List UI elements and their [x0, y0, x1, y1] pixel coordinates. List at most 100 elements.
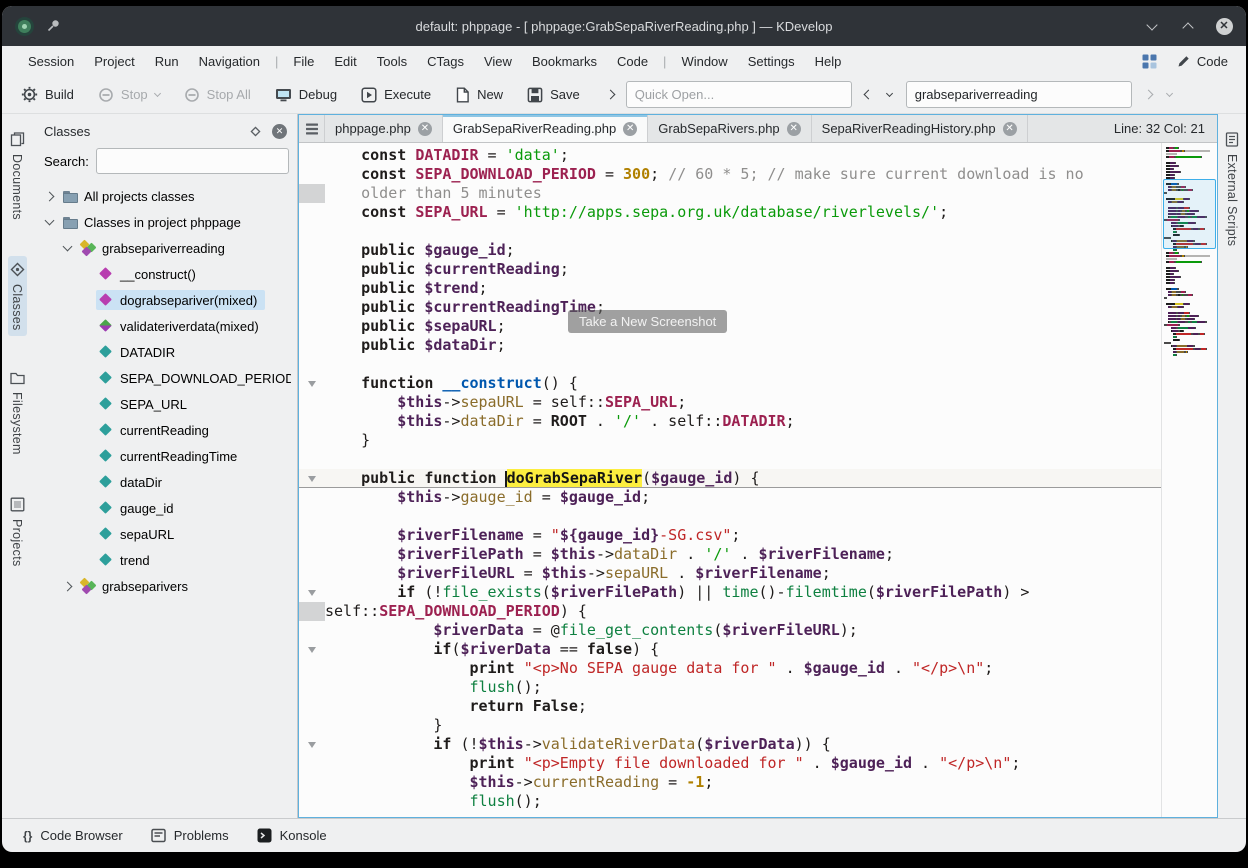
code-line[interactable]: flush(); [299, 792, 1161, 811]
code-line[interactable]: public $dataDir; [299, 336, 1161, 355]
fold-marker-icon[interactable] [299, 374, 325, 393]
code-line[interactable]: self::SEPA_DOWNLOAD_PERIOD) { [299, 602, 1161, 621]
code-line[interactable] [299, 450, 1161, 469]
code-line[interactable]: } [299, 431, 1161, 450]
area-switcher-code[interactable]: Code [1171, 51, 1234, 72]
sidebar-item-documents[interactable]: Documents [8, 126, 27, 226]
editor-tab[interactable]: GrabSepaRiverReading.php✕ [443, 115, 648, 142]
tree-item[interactable]: currentReadingTime [38, 443, 291, 469]
menu-tools[interactable]: Tools [367, 50, 417, 73]
menu-view[interactable]: View [474, 50, 522, 73]
editor-tab[interactable]: phppage.php✕ [325, 115, 443, 142]
menu-navigation[interactable]: Navigation [189, 50, 270, 73]
menu-project[interactable]: Project [84, 50, 144, 73]
expander-icon[interactable] [45, 216, 55, 226]
code-line[interactable]: public $gauge_id; [299, 241, 1161, 260]
code-line[interactable]: $this->dataDir = ROOT . '/' . self::DATA… [299, 412, 1161, 431]
toolbar-search-input[interactable] [906, 81, 1132, 108]
next-item-dropdown[interactable] [1159, 82, 1180, 107]
code-line[interactable]: const SEPA_URL = 'http://apps.sepa.org.u… [299, 203, 1161, 222]
prev-item-button[interactable] [858, 82, 879, 107]
tree-item[interactable]: grabsepariverreading [38, 235, 291, 261]
prev-item-dropdown[interactable] [879, 82, 900, 107]
menu-file[interactable]: File [283, 50, 324, 73]
menu-code[interactable]: Code [607, 50, 658, 73]
problems-button[interactable]: Problems [142, 823, 238, 848]
code-line[interactable]: if (!$this->validateRiverData($riverData… [299, 735, 1161, 754]
menu-run[interactable]: Run [145, 50, 189, 73]
quick-open-input[interactable] [626, 81, 852, 108]
menu-session[interactable]: Session [18, 50, 84, 73]
code-line[interactable]: if (!file_exists($riverFilePath) || time… [299, 583, 1161, 602]
minimap-viewport[interactable] [1163, 179, 1216, 249]
tree-item[interactable]: SEPA_URL [38, 391, 291, 417]
code-line[interactable]: $this->currentReading = -1; [299, 773, 1161, 792]
classes-search-input[interactable] [96, 148, 289, 174]
code-area[interactable]: const DATADIR = 'data'; const SEPA_DOWNL… [299, 143, 1161, 817]
titlebar[interactable]: default: phppage - [ phppage:GrabSepaRiv… [2, 6, 1246, 46]
tree-item[interactable]: All projects classes [38, 183, 291, 209]
close-panel-icon[interactable]: ✕ [272, 124, 287, 139]
editor-tab[interactable]: GrabSepaRivers.php✕ [648, 115, 811, 142]
code-line[interactable] [299, 355, 1161, 374]
tree-item[interactable]: dataDir [38, 469, 291, 495]
menu-help[interactable]: Help [805, 50, 852, 73]
code-line[interactable]: $riverFilename = "${gauge_id}-SG.csv"; [299, 526, 1161, 545]
editor-tab[interactable]: SepaRiverReadingHistory.php✕ [812, 115, 1028, 142]
new-button[interactable]: New [446, 82, 512, 108]
code-line[interactable]: $this->gauge_id = $gauge_id; [299, 488, 1161, 507]
menu-bookmarks[interactable]: Bookmarks [522, 50, 607, 73]
code-line[interactable]: print "<p>Empty file downloaded for " . … [299, 754, 1161, 773]
minimize-button[interactable] [1142, 16, 1162, 36]
code-line[interactable]: public $sepaURL; [299, 317, 1161, 336]
tab-close-icon[interactable]: ✕ [787, 122, 801, 136]
tab-close-icon[interactable]: ✕ [418, 122, 432, 136]
code-line[interactable]: public $currentReading; [299, 260, 1161, 279]
stop-dropdown-icon[interactable] [154, 89, 161, 96]
code-line[interactable] [299, 507, 1161, 526]
float-panel-icon[interactable] [250, 126, 261, 137]
code-line[interactable]: print "<p>No SEPA gauge data for " . $ga… [299, 659, 1161, 678]
document-list-button[interactable] [299, 115, 325, 142]
menu-window[interactable]: Window [671, 50, 737, 73]
menu-settings[interactable]: Settings [738, 50, 805, 73]
code-line[interactable]: function __construct() { [299, 374, 1161, 393]
code-line[interactable]: $riverFilePath = $this->dataDir . '/' . … [299, 545, 1161, 564]
tree-item[interactable]: dograbsepariver(mixed) [38, 287, 291, 313]
menu-ctags[interactable]: CTags [417, 50, 474, 73]
area-grid-icon[interactable] [1142, 54, 1157, 69]
code-line[interactable]: public $currentReadingTime; [299, 298, 1161, 317]
expander-icon[interactable] [63, 242, 73, 252]
sidebar-item-external-scripts[interactable]: External Scripts [1223, 126, 1241, 252]
expander-icon[interactable] [63, 581, 73, 591]
close-button[interactable]: ✕ [1214, 16, 1234, 36]
code-line[interactable]: older than 5 minutes [299, 184, 1161, 203]
minimap[interactable] [1161, 143, 1217, 817]
code-line[interactable]: $riverFileURL = $this->sepaURL . $riverF… [299, 564, 1161, 583]
tree-item[interactable]: SEPA_DOWNLOAD_PERIOD [38, 365, 291, 391]
stop-button[interactable]: Stop [89, 82, 169, 108]
code-line[interactable]: flush(); [299, 678, 1161, 697]
fold-marker-icon[interactable] [299, 735, 325, 754]
code-browser-button[interactable]: {} Code Browser [14, 823, 132, 848]
next-item-button[interactable] [1138, 82, 1159, 107]
code-line[interactable]: $riverData = @file_get_contents($riverFi… [299, 621, 1161, 640]
tree-item[interactable]: currentReading [38, 417, 291, 443]
tree-item[interactable]: DATADIR [38, 339, 291, 365]
maximize-button[interactable] [1178, 16, 1198, 36]
tree-item[interactable]: Classes in project phppage [38, 209, 291, 235]
code-line[interactable]: $this->sepaURL = self::SEPA_URL; [299, 393, 1161, 412]
save-button[interactable]: Save [518, 82, 589, 108]
tree-item[interactable]: trend [38, 547, 291, 573]
tree-item[interactable]: gauge_id [38, 495, 291, 521]
tree-item[interactable]: validateriverdata(mixed) [38, 313, 291, 339]
toolbar-overflow-icon[interactable] [605, 90, 615, 100]
sidebar-item-filesystem[interactable]: Filesystem [8, 366, 27, 461]
debug-button[interactable]: Debug [266, 82, 346, 108]
code-line[interactable]: } [299, 716, 1161, 735]
fold-marker-icon[interactable] [299, 583, 325, 602]
menu-edit[interactable]: Edit [324, 50, 366, 73]
build-button[interactable]: Build [12, 81, 83, 108]
tree-item[interactable]: sepaURL [38, 521, 291, 547]
tree-item[interactable]: grabseparivers [38, 573, 291, 599]
